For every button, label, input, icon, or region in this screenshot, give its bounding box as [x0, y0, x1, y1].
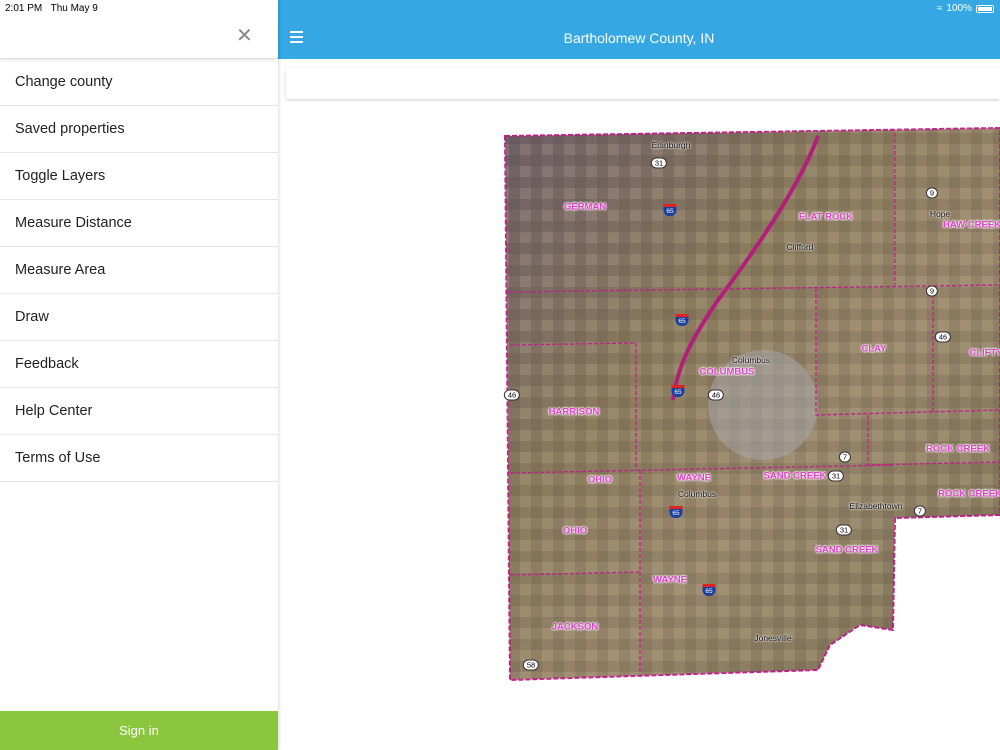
- township-label: HARRISON: [548, 406, 600, 418]
- town-label: Clifford: [786, 242, 814, 252]
- township-label: JACKSON: [551, 621, 599, 633]
- township-label: CLIFTY: [969, 347, 1000, 359]
- interstate-shield: 65: [669, 506, 683, 518]
- interstate-shield: 65: [663, 204, 677, 216]
- route-shield: 46: [934, 331, 952, 343]
- menu-item-measure-distance[interactable]: Measure Distance: [0, 200, 278, 247]
- wifi-icon: ≈: [936, 3, 943, 14]
- menu-item-feedback[interactable]: Feedback: [0, 341, 278, 388]
- township-label: GERMAN: [563, 201, 607, 213]
- side-drawer: ✕ Change county Saved properties Toggle …: [0, 0, 278, 750]
- route-shield: 46: [503, 389, 521, 401]
- menu-item-measure-area[interactable]: Measure Area: [0, 247, 278, 294]
- township-label: WAYNE: [653, 574, 687, 586]
- route-shield: 46: [707, 389, 725, 401]
- town-label: Columbus: [731, 355, 771, 365]
- township-label: OHIO: [562, 525, 588, 537]
- menu-item-help-center[interactable]: Help Center: [0, 388, 278, 435]
- menu-item-change-county[interactable]: Change county: [0, 59, 278, 106]
- menu-item-toggle-layers[interactable]: Toggle Layers: [0, 153, 278, 200]
- township-label: ROCK CREEK: [926, 443, 990, 455]
- route-shield: 31: [835, 524, 853, 536]
- menu-item-saved-properties[interactable]: Saved properties: [0, 106, 278, 153]
- route-shield: 9: [925, 187, 939, 199]
- route-shield: 7: [838, 451, 852, 463]
- battery-percent: 100%: [946, 3, 972, 14]
- route-shield: 9: [925, 285, 939, 297]
- search-bar[interactable]: [286, 68, 1000, 99]
- status-time: 2:01 PM Thu May 9: [5, 3, 98, 14]
- sign-in-button[interactable]: Sign in: [0, 711, 278, 750]
- status-indicators: ≈100%: [937, 3, 994, 14]
- route-shield: 31: [827, 470, 845, 482]
- town-label: Edinburgh: [651, 140, 691, 150]
- map-svg: [503, 126, 1000, 682]
- menu-item-terms-of-use[interactable]: Terms of Use: [0, 435, 278, 482]
- town-label: Columbus: [677, 489, 717, 499]
- town-label: Jonesville: [754, 633, 792, 643]
- township-label: SAND CREEK: [815, 544, 879, 556]
- township-label: HAW CREEK: [942, 219, 1000, 231]
- interstate-shield: 65: [671, 385, 685, 397]
- route-shield: 31: [650, 157, 668, 169]
- township-label: WAYNE: [677, 472, 711, 484]
- interstate-shield: 65: [702, 584, 716, 596]
- township-label: CLAY: [861, 343, 887, 355]
- township-label: SAND CREEK: [763, 470, 827, 482]
- route-shield: 58: [522, 659, 540, 671]
- township-label: FLAT ROCK: [798, 211, 854, 223]
- app-header: Bartholomew County, IN: [278, 0, 1000, 59]
- battery-icon: [976, 4, 994, 13]
- route-shield: 7: [913, 505, 927, 517]
- town-label: Elizabethtown: [849, 501, 903, 511]
- township-label: OHIO: [587, 474, 613, 486]
- township-label: ROCK CREEK: [938, 488, 1000, 500]
- township-label: COLUMBUS: [699, 366, 755, 378]
- close-icon[interactable]: ✕: [236, 26, 253, 46]
- interstate-shield: 65: [675, 314, 689, 326]
- county-map[interactable]: GERMAN FLAT ROCK HAW CREEK CLAY CLIFTY C…: [278, 100, 1000, 750]
- town-label: Hope: [929, 209, 951, 219]
- menu-item-draw[interactable]: Draw: [0, 294, 278, 341]
